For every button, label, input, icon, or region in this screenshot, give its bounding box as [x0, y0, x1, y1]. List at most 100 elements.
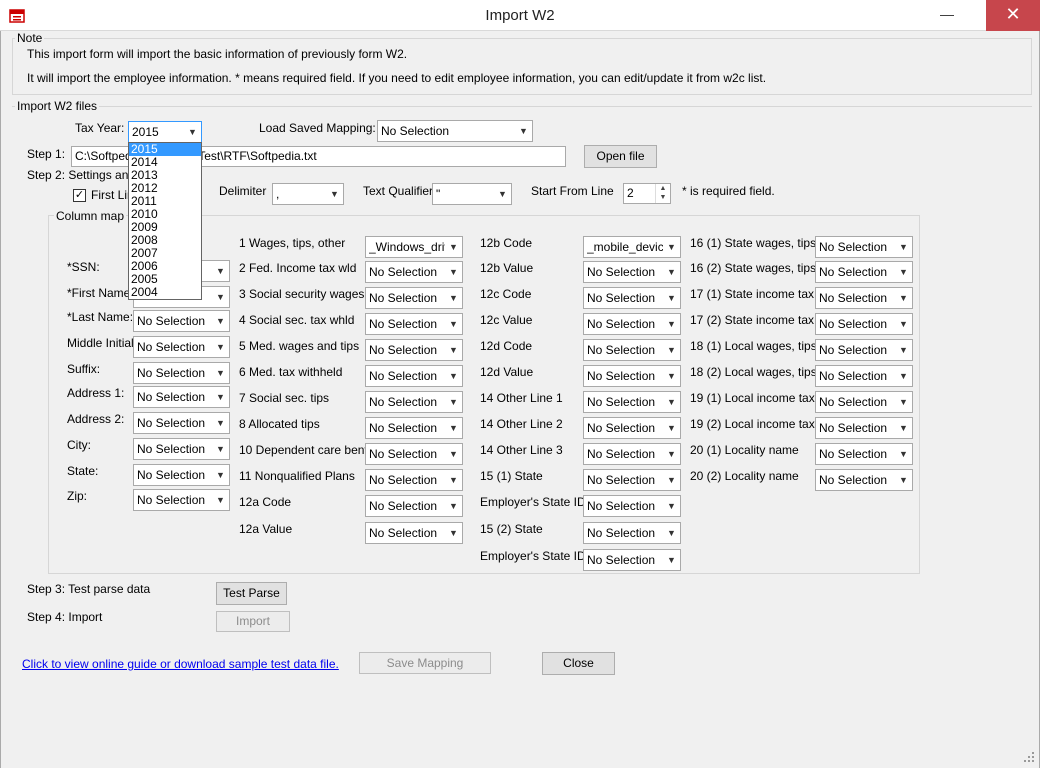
- text-qualifier-value: ": [436, 187, 441, 201]
- field-mapping-select[interactable]: _Windows_drive▼: [365, 236, 463, 258]
- chevron-down-icon: ▼: [212, 413, 229, 433]
- spin-up-icon[interactable]: ▲: [656, 184, 670, 193]
- field-mapping-select[interactable]: No Selection ▼: [815, 339, 913, 361]
- field-mapping-select[interactable]: No Selection ▼: [583, 287, 681, 309]
- field-mapping-select[interactable]: No Selection ▼: [365, 339, 463, 361]
- field-label: Employer's State ID: [480, 495, 586, 509]
- field-mapping-select[interactable]: No Selection ▼: [583, 313, 681, 335]
- title-bar: Import W2 — ✕: [0, 0, 1040, 31]
- close-window-button[interactable]: ✕: [986, 0, 1040, 31]
- field-mapping-select[interactable]: No Selection ▼: [365, 469, 463, 491]
- field-mapping-select[interactable]: No Selection ▼: [815, 365, 913, 387]
- field-mapping-select[interactable]: No Selection ▼: [815, 417, 913, 439]
- field-mapping-select[interactable]: No Selection ▼: [583, 443, 681, 465]
- field-mapping-select[interactable]: No Selection ▼: [815, 261, 913, 283]
- field-mapping-select[interactable]: No Selection ▼: [583, 365, 681, 387]
- field-label: 12c Code: [480, 287, 532, 301]
- field-mapping-select[interactable]: No Selection ▼: [583, 469, 681, 491]
- load-mapping-label: Load Saved Mapping:: [259, 121, 376, 135]
- minimize-button[interactable]: —: [924, 0, 970, 31]
- field-mapping-select[interactable]: No Selection ▼: [365, 443, 463, 465]
- field-mapping-select[interactable]: No Selection ▼: [133, 336, 230, 358]
- field-mapping-select[interactable]: No Selection ▼: [365, 417, 463, 439]
- field-mapping-select[interactable]: No Selection ▼: [133, 412, 230, 434]
- field-mapping-select[interactable]: No Selection ▼: [815, 236, 913, 258]
- start-line-label: Start From Line: [531, 184, 614, 198]
- tax-year-select[interactable]: 2015 ▼: [128, 121, 202, 143]
- field-mapping-select[interactable]: No Selection ▼: [583, 495, 681, 517]
- field-mapping-select[interactable]: No Selection ▼: [583, 261, 681, 283]
- step1-label: Step 1:: [27, 147, 66, 161]
- chevron-down-icon: ▼: [663, 237, 680, 257]
- chevron-down-icon: ▼: [445, 262, 462, 282]
- tax-year-dropdown-list[interactable]: 2015 2014 2013 2012 2011 2010 2009 2008 2007 2006…: [128, 142, 202, 300]
- field-mapping-value: No Selection: [369, 343, 438, 357]
- start-line-stepper[interactable]: 2 ▲ ▼: [623, 183, 671, 204]
- online-guide-link[interactable]: Click to view online guide or download s…: [22, 657, 339, 671]
- chevron-down-icon: ▼: [663, 496, 680, 516]
- field-mapping-select[interactable]: No Selection ▼: [365, 313, 463, 335]
- chevron-down-icon: ▼: [895, 314, 912, 334]
- field-mapping-value: No Selection: [137, 493, 206, 507]
- field-mapping-select[interactable]: No Selection ▼: [583, 549, 681, 571]
- field-mapping-select[interactable]: No Selection ▼: [133, 386, 230, 408]
- field-mapping-value: No Selection: [369, 291, 438, 305]
- window-title: Import W2: [485, 7, 555, 24]
- field-mapping-select[interactable]: No Selection ▼: [815, 469, 913, 491]
- resize-grip-icon[interactable]: [1020, 748, 1036, 764]
- field-mapping-select[interactable]: No Selection ▼: [133, 464, 230, 486]
- field-label: 17 (1) State income tax: [690, 287, 815, 301]
- field-mapping-select[interactable]: No Selection ▼: [365, 287, 463, 309]
- chevron-down-icon: ▼: [445, 288, 462, 308]
- field-mapping-select[interactable]: No Selection ▼: [815, 287, 913, 309]
- field-label: Address 1:: [67, 386, 125, 400]
- field-mapping-select[interactable]: No Selection ▼: [133, 438, 230, 460]
- field-mapping-select[interactable]: No Selection ▼: [365, 495, 463, 517]
- import-button[interactable]: Import: [216, 611, 290, 632]
- field-mapping-select[interactable]: No Selection ▼: [133, 489, 230, 511]
- field-mapping-select[interactable]: No Selection ▼: [133, 310, 230, 332]
- field-mapping-select[interactable]: No Selection ▼: [815, 313, 913, 335]
- field-mapping-select[interactable]: No Selection ▼: [815, 391, 913, 413]
- field-mapping-select[interactable]: No Selection ▼: [365, 391, 463, 413]
- field-mapping-select[interactable]: No Selection ▼: [583, 339, 681, 361]
- field-mapping-value: No Selection: [819, 265, 888, 279]
- spin-buttons[interactable]: ▲ ▼: [655, 184, 670, 203]
- minimize-icon: —: [940, 6, 954, 22]
- field-mapping-select[interactable]: No Selection ▼: [365, 365, 463, 387]
- spin-down-icon[interactable]: ▼: [656, 193, 670, 202]
- text-qualifier-select[interactable]: " ▼: [432, 183, 512, 205]
- field-mapping-select[interactable]: No Selection ▼: [583, 391, 681, 413]
- field-mapping-select[interactable]: _mobile_devices▼: [583, 236, 681, 258]
- field-mapping-value: No Selection: [369, 447, 438, 461]
- note-group-label: Note: [15, 31, 45, 45]
- delimiter-select[interactable]: , ▼: [272, 183, 344, 205]
- field-label: 12b Code: [480, 236, 533, 250]
- field-label: 7 Social sec. tips: [239, 391, 330, 405]
- chevron-down-icon: ▼: [663, 550, 680, 570]
- first-line-checkbox[interactable]: ✓: [73, 189, 86, 202]
- test-parse-button[interactable]: Test Parse: [216, 582, 287, 605]
- field-mapping-select[interactable]: No Selection ▼: [583, 417, 681, 439]
- field-mapping-select[interactable]: No Selection ▼: [365, 261, 463, 283]
- field-mapping-value: No Selection: [819, 369, 888, 383]
- field-mapping-value: No Selection: [137, 340, 206, 354]
- field-mapping-value: No Selection: [369, 526, 438, 540]
- field-label: *Last Name:: [67, 310, 134, 324]
- field-label: 1 Wages, tips, other: [239, 236, 346, 250]
- field-mapping-select[interactable]: No Selection ▼: [815, 443, 913, 465]
- field-mapping-select[interactable]: No Selection ▼: [133, 362, 230, 384]
- load-mapping-select[interactable]: No Selection ▼: [377, 120, 533, 142]
- open-file-button[interactable]: Open file: [584, 145, 657, 168]
- field-mapping-value: No Selection: [819, 317, 888, 331]
- chevron-down-icon: ▼: [326, 184, 343, 204]
- save-mapping-button[interactable]: Save Mapping: [359, 652, 491, 674]
- field-mapping-select[interactable]: No Selection ▼: [365, 522, 463, 544]
- field-label: 19 (1) Local income tax: [690, 391, 815, 405]
- field-mapping-value: No Selection: [587, 369, 656, 383]
- field-label: 12c Value: [480, 313, 533, 327]
- close-button[interactable]: Close: [542, 652, 615, 675]
- step3-label: Step 3: Test parse data: [27, 582, 151, 596]
- field-mapping-select[interactable]: No Selection ▼: [583, 522, 681, 544]
- tax-year-option[interactable]: 2004: [129, 286, 201, 299]
